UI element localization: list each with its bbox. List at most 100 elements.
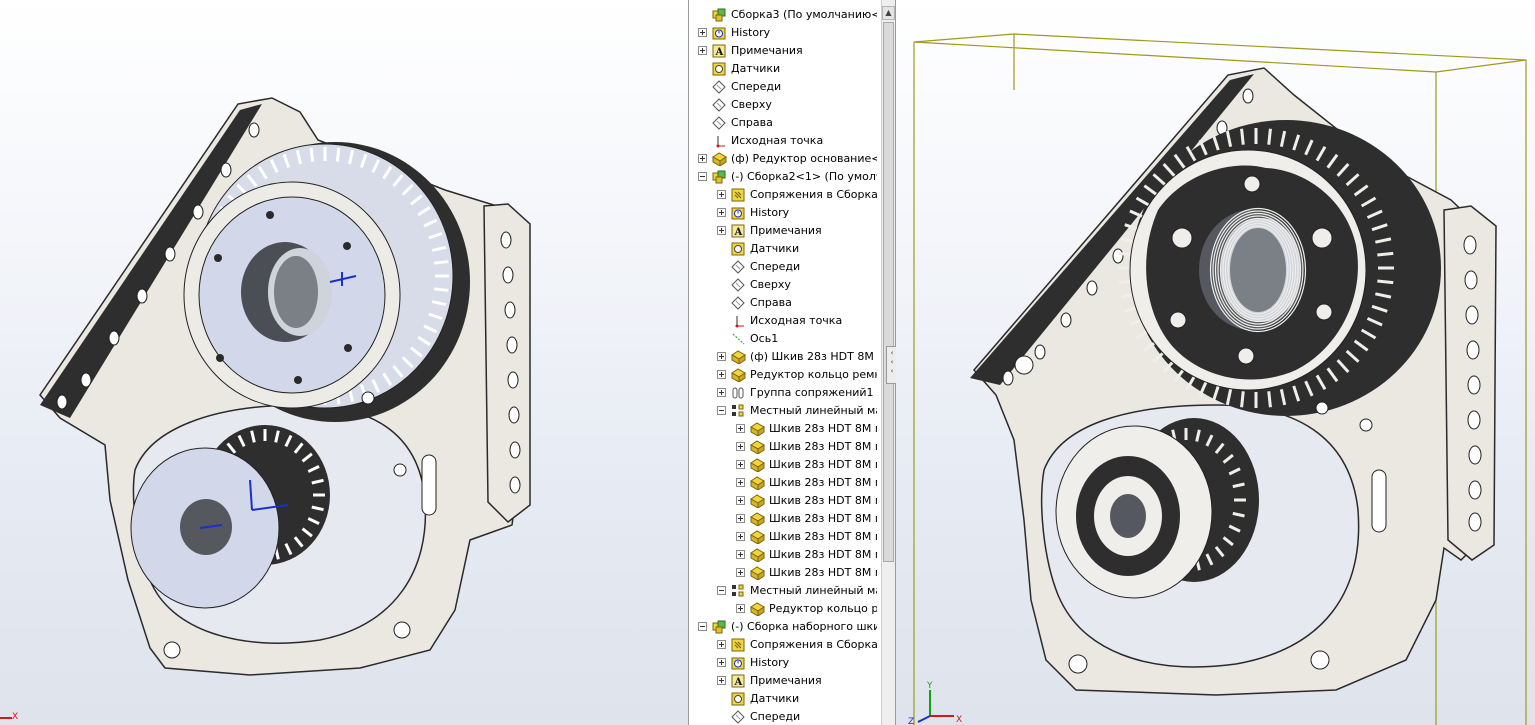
axis-icon (731, 332, 746, 346)
expand-icon[interactable] (698, 46, 707, 55)
gearbox-assembly-model-section (970, 67, 1497, 696)
right-graphics-viewport[interactable]: Y X Z (896, 0, 1535, 725)
plane-icon (731, 296, 746, 310)
tree-item-label: History (750, 656, 790, 669)
expand-icon[interactable] (736, 442, 745, 451)
history-icon (712, 26, 727, 40)
tree-item-label: Датчики (750, 692, 800, 705)
expand-icon[interactable] (717, 388, 726, 397)
tree-item[interactable]: Спереди (689, 78, 877, 96)
tree-item[interactable]: Датчики (689, 690, 877, 708)
tree-item[interactable]: Спереди (689, 708, 877, 725)
tree-item-label: (-) Сборка2<1> (По умолчани (731, 170, 877, 183)
tree-item[interactable]: Шкив 28з HDT 8M пл (689, 456, 877, 474)
expand-icon[interactable] (736, 460, 745, 469)
expand-icon[interactable] (717, 370, 726, 379)
tree-item[interactable]: Шкив 28з HDT 8M пл (689, 438, 877, 456)
expand-icon[interactable] (736, 550, 745, 559)
tree-item[interactable]: Редуктор кольцо ре (689, 600, 877, 618)
tree-item[interactable]: Исходная точка (689, 132, 877, 150)
tree-item[interactable]: Шкив 28з HDT 8M пл (689, 564, 877, 582)
tree-item[interactable]: (ф) Шкив 28з HDT 8M пл (689, 348, 877, 366)
tree-item[interactable]: Спереди (689, 258, 877, 276)
collapse-icon[interactable] (698, 622, 707, 631)
tree-item[interactable]: Шкив 28з HDT 8M пл (689, 420, 877, 438)
part-icon (731, 350, 746, 364)
tree-item[interactable]: Справа (689, 114, 877, 132)
tree-item[interactable]: Местный линейный масс (689, 402, 877, 420)
tree-item[interactable]: Местный линейный масс (689, 582, 877, 600)
sensor-icon (731, 242, 746, 256)
tree-item[interactable]: History (689, 24, 877, 42)
tree-item[interactable]: Сопряжения в Сборка3 (689, 186, 877, 204)
expand-icon[interactable] (736, 424, 745, 433)
tree-item[interactable]: (-) Сборка2<1> (По умолчани (689, 168, 877, 186)
tree-item[interactable]: Справа (689, 294, 877, 312)
sensor-icon (712, 62, 727, 76)
plane-icon (712, 116, 727, 130)
expand-icon[interactable] (698, 28, 707, 37)
mate-group-icon (731, 386, 746, 400)
scroll-thumb[interactable] (883, 22, 894, 562)
right-model-view[interactable]: Y X Z (896, 0, 1535, 725)
tree-item[interactable]: Сверху (689, 276, 877, 294)
expand-icon[interactable] (717, 640, 726, 649)
view-orientation-triad: Y X Z (908, 681, 962, 725)
tree-item[interactable]: A Примечания (689, 672, 877, 690)
expand-icon[interactable] (717, 676, 726, 685)
tree-item[interactable]: Шкив 28з HDT 8M пл (689, 528, 877, 546)
part-icon (750, 458, 765, 472)
tree-item[interactable]: Ось1 (689, 330, 877, 348)
left-model-view[interactable]: X (0, 0, 688, 725)
tree-item-label: (ф) Шкив 28з HDT 8M пл (750, 350, 877, 363)
sensor-icon (731, 692, 746, 706)
scroll-up-arrow-icon[interactable]: ▲ (882, 6, 895, 20)
tree-item[interactable]: Группа сопряжений1 (689, 384, 877, 402)
tree-item[interactable]: Исходная точка (689, 312, 877, 330)
part-icon (750, 422, 765, 436)
tree-item[interactable]: (ф) Редуктор основание<1> (689, 150, 877, 168)
tree-item[interactable]: (-) Сборка наборного шкива (689, 618, 877, 636)
collapse-icon[interactable] (698, 172, 707, 181)
history-icon (731, 206, 746, 220)
tree-item-label: Шкив 28з HDT 8M пл (769, 530, 877, 543)
tree-item-label: Редуктор кольцо ре (769, 602, 877, 615)
tree-item[interactable]: Датчики (689, 60, 877, 78)
tree-item[interactable]: Сверху (689, 96, 877, 114)
expand-icon[interactable] (717, 190, 726, 199)
tree-item-label: Редуктор кольцо ремня (750, 368, 877, 381)
expand-icon[interactable] (717, 226, 726, 235)
tree-item[interactable]: Шкив 28з HDT 8M пл (689, 474, 877, 492)
tree-item[interactable]: A Примечания (689, 42, 877, 60)
expand-icon[interactable] (736, 514, 745, 523)
expand-icon[interactable] (717, 208, 726, 217)
expand-icon[interactable] (736, 532, 745, 541)
expand-icon[interactable] (736, 604, 745, 613)
svg-text:A: A (734, 677, 743, 688)
tree-item-label: Шкив 28з HDT 8M пл (769, 440, 877, 453)
tree-item[interactable]: Сборка3 (По умолчанию<По ум (689, 6, 877, 24)
expand-icon[interactable] (736, 478, 745, 487)
expand-icon[interactable] (736, 568, 745, 577)
left-graphics-viewport[interactable]: X (0, 0, 688, 725)
tree-item-label: History (750, 206, 790, 219)
tree-item[interactable]: Шкив 28з HDT 8M пл (689, 510, 877, 528)
tree-item[interactable]: A Примечания (689, 222, 877, 240)
tree-item[interactable]: Шкив 28з HDT 8M пл (689, 546, 877, 564)
expand-icon[interactable] (698, 154, 707, 163)
part-icon (750, 530, 765, 544)
tree-item-label: Шкив 28з HDT 8M пл (769, 494, 877, 507)
feature-manager-tree-panel[interactable]: Сборка3 (По умолчанию<По ум History A Приме… (688, 0, 896, 725)
tree-item[interactable]: Шкив 28з HDT 8M пл (689, 492, 877, 510)
collapse-icon[interactable] (717, 406, 726, 415)
feature-tree[interactable]: Сборка3 (По умолчанию<По ум History A Приме… (689, 6, 877, 725)
collapse-icon[interactable] (717, 586, 726, 595)
tree-item[interactable]: Датчики (689, 240, 877, 258)
tree-item[interactable]: Редуктор кольцо ремня (689, 366, 877, 384)
expand-icon[interactable] (717, 658, 726, 667)
expand-icon[interactable] (717, 352, 726, 361)
expand-icon[interactable] (736, 496, 745, 505)
tree-item[interactable]: History (689, 654, 877, 672)
tree-item[interactable]: Сопряжения в Сборка3 (689, 636, 877, 654)
tree-item[interactable]: History (689, 204, 877, 222)
